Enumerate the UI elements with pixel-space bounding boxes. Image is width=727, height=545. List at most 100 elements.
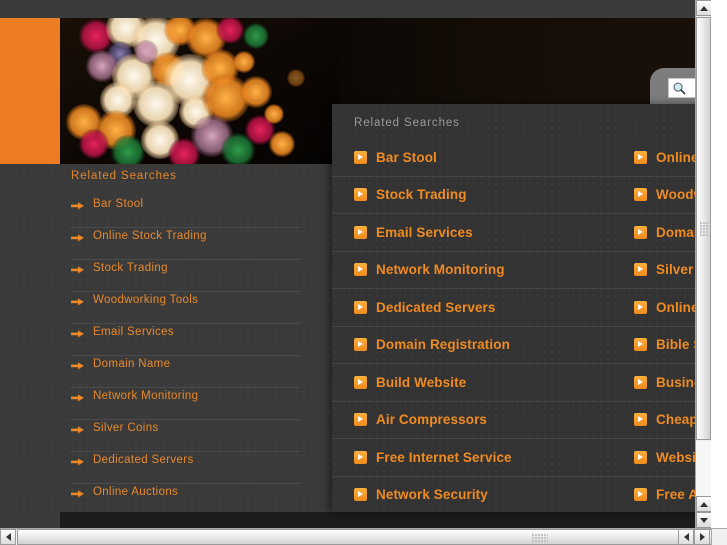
overlay-row: Free Internet Service Website bbox=[332, 439, 711, 477]
sidebar-item[interactable]: Dedicated Servers bbox=[71, 452, 300, 484]
vertical-scroll-thumb[interactable] bbox=[696, 17, 711, 440]
scroll-thumb-grip-icon bbox=[700, 221, 708, 236]
overlay-row: Build Website Busine bbox=[332, 364, 711, 402]
browser-viewport: Related Searches Bar Stool Online Stock T… bbox=[0, 0, 711, 528]
overlay-row: Bar Stool Online bbox=[332, 139, 711, 177]
overlay-link-grid: Bar Stool Online Stock Trading Woodw Email S… bbox=[332, 139, 711, 512]
sidebar-item-label: Online Stock Trading bbox=[93, 230, 207, 242]
overlay-link[interactable]: Network Security bbox=[332, 487, 624, 502]
arrow-badge-icon bbox=[634, 488, 647, 502]
overlay-link[interactable]: Stock Trading bbox=[332, 187, 624, 202]
arrow-badge-icon bbox=[634, 300, 647, 314]
overlay-row: Email Services Domain bbox=[332, 214, 711, 252]
overlay-link[interactable]: Free Internet Service bbox=[332, 450, 624, 465]
scroll-up-button[interactable] bbox=[696, 0, 711, 16]
overlay-link[interactable]: Build Website bbox=[332, 375, 624, 390]
sidebar-item[interactable]: Silver Coins bbox=[71, 420, 300, 452]
arrow-badge-icon bbox=[634, 263, 647, 277]
arrow-badge-icon bbox=[354, 413, 367, 427]
arrow-badge-icon bbox=[354, 375, 367, 389]
sidebar-item-label: Stock Trading bbox=[93, 262, 168, 274]
arrow-bullet-icon bbox=[71, 266, 84, 274]
sidebar-item[interactable]: Bar Stool bbox=[71, 196, 300, 228]
sidebar-list: Bar Stool Online Stock Trading Stock Tradi… bbox=[60, 196, 322, 516]
arrow-badge-icon bbox=[354, 450, 367, 464]
arrow-badge-icon bbox=[354, 263, 367, 277]
scroll-left-button-secondary[interactable] bbox=[678, 529, 694, 545]
horizontal-scroll-thumb[interactable] bbox=[17, 529, 727, 545]
scroll-left-button[interactable] bbox=[0, 529, 16, 545]
sidebar-item-label: Online Auctions bbox=[93, 486, 179, 498]
overlay-link-label: Network Security bbox=[376, 487, 488, 503]
overlay-link-label: Online bbox=[656, 299, 699, 315]
arrow-badge-icon bbox=[354, 188, 367, 202]
magnifier-icon bbox=[673, 81, 686, 94]
arrow-badge-icon bbox=[634, 188, 647, 202]
overlay-link[interactable]: Air Compressors bbox=[332, 412, 624, 427]
overlay-link-label: Online bbox=[656, 149, 699, 165]
overlay-link-label: Free Internet Service bbox=[376, 449, 512, 465]
overlay-link[interactable]: Bar Stool bbox=[332, 150, 624, 165]
scroll-left-arrow-icon-secondary bbox=[683, 533, 689, 541]
orange-accent-block bbox=[0, 18, 60, 164]
arrow-badge-icon bbox=[634, 225, 647, 239]
sidebar-item[interactable]: Domain Name bbox=[71, 356, 300, 388]
arrow-badge-icon bbox=[634, 338, 647, 352]
scroll-right-arrow-icon bbox=[699, 533, 705, 541]
arrow-badge-icon bbox=[354, 488, 367, 502]
scroll-down-button[interactable] bbox=[696, 512, 711, 528]
sidebar-item[interactable]: Woodworking Tools bbox=[71, 292, 300, 324]
overlay-link-label: Dedicated Servers bbox=[376, 299, 496, 315]
arrow-bullet-icon bbox=[71, 458, 84, 466]
vertical-scrollbar[interactable] bbox=[695, 0, 711, 528]
arrow-bullet-icon bbox=[71, 490, 84, 498]
arrow-badge-icon bbox=[354, 300, 367, 314]
arrow-badge-icon bbox=[354, 338, 367, 352]
sidebar-item-label: Network Monitoring bbox=[93, 390, 199, 402]
scroll-up-arrow-icon-secondary bbox=[700, 501, 708, 507]
sidebar-item-label: Domain Name bbox=[93, 358, 171, 370]
page-footer-bar bbox=[60, 512, 711, 528]
overlay-link[interactable]: Network Monitoring bbox=[332, 262, 624, 277]
arrow-bullet-icon bbox=[71, 362, 84, 370]
sidebar-item-label: Dedicated Servers bbox=[93, 454, 194, 466]
page-top-strip bbox=[0, 0, 711, 18]
arrow-bullet-icon bbox=[71, 330, 84, 338]
related-searches-overlay-panel: Related Searches Bar Stool Online Stock Tr… bbox=[332, 104, 711, 512]
overlay-link[interactable]: Email Services bbox=[332, 225, 624, 240]
scroll-up-arrow-icon bbox=[700, 5, 708, 11]
overlay-row: Network Security Free An bbox=[332, 477, 711, 513]
hscroll-thumb-grip-icon bbox=[531, 534, 548, 542]
overlay-link-label: Bar Stool bbox=[376, 149, 437, 165]
sidebar-item[interactable]: Online Stock Trading bbox=[71, 228, 300, 260]
arrow-badge-icon bbox=[634, 450, 647, 464]
overlay-row: Stock Trading Woodw bbox=[332, 177, 711, 214]
sidebar-item-label: Bar Stool bbox=[93, 198, 144, 210]
overlay-row: Air Compressors Cheap bbox=[332, 402, 711, 439]
arrow-badge-icon bbox=[634, 150, 647, 164]
overlay-link-label: Network Monitoring bbox=[376, 262, 505, 278]
overlay-row: Network Monitoring Silver C bbox=[332, 252, 711, 289]
overlay-link-label: Domain Registration bbox=[376, 337, 510, 353]
overlay-link[interactable]: Domain Registration bbox=[332, 337, 624, 352]
scroll-right-button[interactable] bbox=[694, 529, 710, 545]
arrow-bullet-icon bbox=[71, 394, 84, 402]
overlay-row: Dedicated Servers Online bbox=[332, 289, 711, 327]
sidebar-item-label: Woodworking Tools bbox=[93, 294, 199, 306]
arrow-badge-icon bbox=[354, 225, 367, 239]
arrow-bullet-icon bbox=[71, 234, 84, 242]
arrow-badge-icon bbox=[354, 150, 367, 164]
sidebar-item[interactable]: Network Monitoring bbox=[71, 388, 300, 420]
sidebar-item[interactable]: Stock Trading bbox=[71, 260, 300, 292]
arrow-bullet-icon bbox=[71, 298, 84, 306]
scroll-up-button-secondary[interactable] bbox=[696, 496, 711, 512]
arrow-badge-icon bbox=[634, 375, 647, 389]
horizontal-scrollbar[interactable] bbox=[0, 528, 727, 545]
sidebar-item[interactable]: Email Services bbox=[71, 324, 300, 356]
scroll-left-arrow-icon bbox=[5, 533, 11, 541]
scroll-down-arrow-icon bbox=[700, 517, 708, 523]
overlay-title: Related Searches bbox=[354, 117, 460, 129]
overlay-link-label: Stock Trading bbox=[376, 187, 467, 203]
sidebar-related-searches: Related Searches Bar Stool Online Stock T… bbox=[60, 170, 322, 516]
overlay-link[interactable]: Dedicated Servers bbox=[332, 300, 624, 315]
